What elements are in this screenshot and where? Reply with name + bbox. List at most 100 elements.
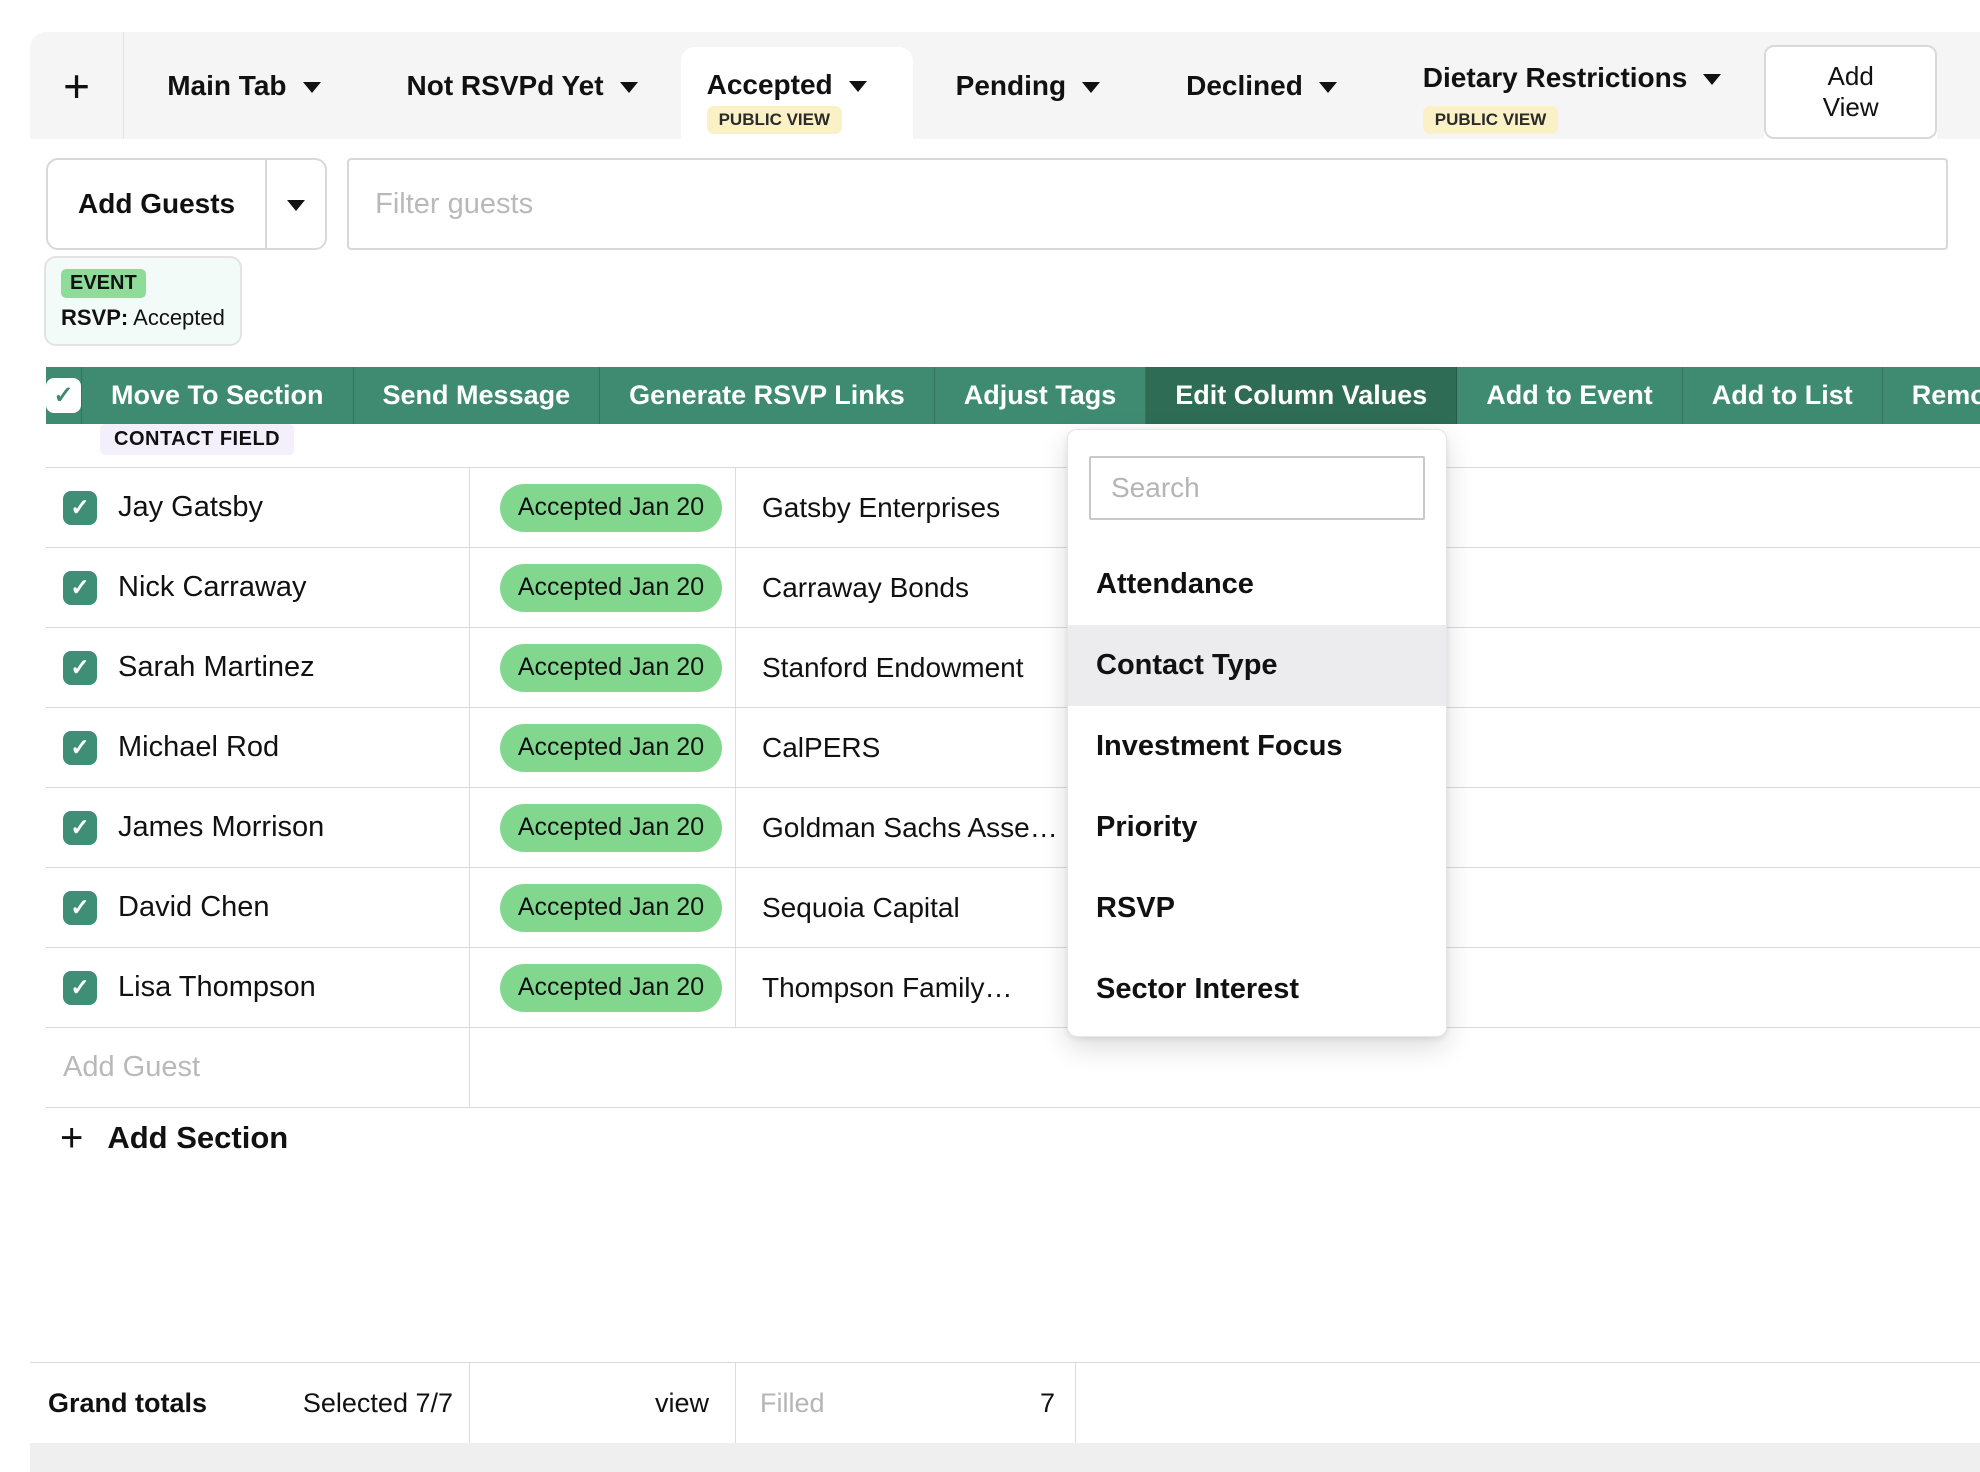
tab-pending[interactable]: Pending — [913, 32, 1143, 139]
guest-table: Jay Gatsby Accepted Jan 20 Gatsby Enterp… — [46, 467, 1980, 1108]
guest-rows: Jay Gatsby Accepted Jan 20 Gatsby Enterp… — [46, 468, 1980, 1028]
add-section-button[interactable]: + Add Section — [60, 1118, 288, 1158]
event-badge: EVENT — [61, 269, 146, 298]
toolbar-remove[interactable]: Remove — [1883, 367, 1980, 424]
guest-row: Lisa Thompson Accepted Jan 20 Thompson F… — [46, 948, 1980, 1028]
guest-rsvp-cell[interactable]: Accepted Jan 20 — [470, 468, 736, 547]
plus-icon: + — [60, 1118, 83, 1158]
guest-rsvp-cell[interactable]: Accepted Jan 20 — [470, 548, 736, 627]
tab-not-rsvpd-yet[interactable]: Not RSVPd Yet — [364, 32, 681, 139]
row-checkbox-checked-icon[interactable] — [63, 811, 97, 845]
guest-row: James Morrison Accepted Jan 20 Goldman S… — [46, 788, 1980, 868]
guest-rsvp-cell[interactable]: Accepted Jan 20 — [470, 948, 736, 1027]
filled-value: 7 — [1040, 1388, 1055, 1419]
add-guests-button[interactable]: Add Guests — [46, 158, 327, 250]
tab-declined[interactable]: Declined — [1143, 32, 1380, 139]
totals-status-cell[interactable]: view — [470, 1363, 736, 1443]
toolbar-generate-rsvp-links[interactable]: Generate RSVP Links — [600, 367, 935, 424]
guest-company-cell[interactable]: CalPERS — [736, 708, 1076, 787]
add-guests-dropdown-toggle[interactable] — [265, 160, 325, 248]
column-option-sector-interest[interactable]: Sector Interest — [1068, 949, 1446, 1030]
toolbar-edit-column-values[interactable]: Edit Column Values — [1146, 367, 1457, 424]
guest-name-cell[interactable]: Michael Rod — [46, 708, 470, 787]
chevron-down-icon — [287, 200, 305, 211]
guest-rsvp-cell[interactable]: Accepted Jan 20 — [470, 868, 736, 947]
chevron-down-icon — [620, 82, 638, 93]
selected-count: Selected 7/7 — [303, 1388, 453, 1419]
guest-name: Lisa Thompson — [118, 971, 316, 1004]
column-option-attendance[interactable]: Attendance — [1068, 544, 1446, 625]
tab-bar: + Main Tab Not RSVPd Yet Accepted PUBLIC… — [30, 32, 1980, 139]
chevron-down-icon — [849, 81, 867, 92]
column-option-contact-type[interactable]: Contact Type — [1068, 625, 1446, 706]
row-checkbox-checked-icon[interactable] — [63, 571, 97, 605]
chevron-down-icon — [1082, 82, 1100, 93]
bottom-strip — [30, 1443, 1980, 1472]
row-checkbox-checked-icon[interactable] — [63, 731, 97, 765]
rsvp-status-pill: Accepted Jan 20 — [500, 564, 722, 612]
column-option-priority[interactable]: Priority — [1068, 787, 1446, 868]
guest-rsvp-cell[interactable]: Accepted Jan 20 — [470, 708, 736, 787]
toolbar-send-message[interactable]: Send Message — [354, 367, 601, 424]
public-view-badge: PUBLIC VIEW — [707, 106, 842, 134]
row-checkbox-checked-icon[interactable] — [63, 651, 97, 685]
guest-name-cell[interactable]: Sarah Martinez — [46, 628, 470, 707]
guest-company-cell[interactable]: Carraway Bonds — [736, 548, 1076, 627]
guest-row: Sarah Martinez Accepted Jan 20 Stanford … — [46, 628, 1980, 708]
toolbar-move-to-section[interactable]: Move To Section — [82, 367, 354, 424]
rsvp-status-pill: Accepted Jan 20 — [500, 724, 722, 772]
tab-label: Not RSVPd Yet — [407, 70, 604, 102]
add-section-label: Add Section — [107, 1120, 288, 1156]
guest-name: Nick Carraway — [118, 571, 307, 604]
column-search-input[interactable] — [1089, 456, 1425, 520]
guest-company-cell[interactable]: Thompson Family… — [736, 948, 1076, 1027]
guest-controls: Add Guests — [46, 158, 1948, 250]
filter-guests-input[interactable] — [347, 158, 1948, 250]
add-view-button[interactable]: Add View — [1764, 45, 1937, 139]
guest-name-cell[interactable]: Jay Gatsby — [46, 468, 470, 547]
row-checkbox-checked-icon[interactable] — [63, 491, 97, 525]
view-label: view — [655, 1388, 709, 1419]
chevron-down-icon — [1703, 74, 1721, 85]
rsvp-status-pill: Accepted Jan 20 — [500, 884, 722, 932]
guest-name-cell[interactable]: David Chen — [46, 868, 470, 947]
guest-company-cell[interactable]: Goldman Sachs Asse… — [736, 788, 1076, 867]
column-option-rsvp[interactable]: RSVP — [1068, 868, 1446, 949]
chevron-down-icon — [1319, 82, 1337, 93]
row-checkbox-checked-icon[interactable] — [63, 891, 97, 925]
filter-chip-field: RSVP: — [61, 305, 128, 330]
rsvp-filter-chip[interactable]: EVENT RSVP: Accepted — [44, 256, 242, 346]
guest-name-cell[interactable]: James Morrison — [46, 788, 470, 867]
totals-company-cell[interactable]: Filled 7 — [736, 1363, 1076, 1443]
guest-rsvp-cell[interactable]: Accepted Jan 20 — [470, 628, 736, 707]
row-checkbox-checked-icon[interactable] — [63, 971, 97, 1005]
tab-dietary-restrictions[interactable]: Dietary Restrictions PUBLIC VIEW — [1380, 32, 1765, 139]
add-guest-row-spacer — [470, 1028, 1980, 1107]
totals-empty-cell — [1076, 1363, 1980, 1443]
guest-rsvp-cell[interactable]: Accepted Jan 20 — [470, 788, 736, 867]
toolbar-adjust-tags[interactable]: Adjust Tags — [935, 367, 1147, 424]
tab-main-tab[interactable]: Main Tab — [124, 32, 363, 139]
public-view-badge: PUBLIC VIEW — [1423, 106, 1558, 134]
add-guest-input[interactable]: Add Guest — [46, 1028, 470, 1107]
guest-name-cell[interactable]: Nick Carraway — [46, 548, 470, 627]
rsvp-status-pill: Accepted Jan 20 — [500, 484, 722, 532]
guest-name-cell[interactable]: Lisa Thompson — [46, 948, 470, 1027]
rsvp-status-pill: Accepted Jan 20 — [500, 644, 722, 692]
tab-accepted[interactable]: Accepted PUBLIC VIEW — [681, 47, 913, 139]
column-option-investment-focus[interactable]: Investment Focus — [1068, 706, 1446, 787]
add-tab-button[interactable]: + — [30, 32, 124, 139]
guest-company-cell[interactable]: Gatsby Enterprises — [736, 468, 1076, 547]
toolbar-add-to-list[interactable]: Add to List — [1683, 367, 1883, 424]
tab-label: Declined — [1186, 70, 1303, 102]
filter-chip-text: RSVP: Accepted — [61, 305, 225, 331]
guest-company-cell[interactable]: Sequoia Capital — [736, 868, 1076, 947]
contact-field-badge: CONTACT FIELD — [100, 424, 294, 455]
column-options-list: AttendanceContact TypeInvestment FocusPr… — [1068, 544, 1446, 1030]
guest-row: Jay Gatsby Accepted Jan 20 Gatsby Enterp… — [46, 468, 1980, 548]
guest-company-cell[interactable]: Stanford Endowment — [736, 628, 1076, 707]
toolbar-add-to-event[interactable]: Add to Event — [1457, 367, 1683, 424]
select-all-checkbox[interactable] — [46, 367, 82, 424]
bulk-action-toolbar: Move To SectionSend MessageGenerate RSVP… — [46, 367, 1980, 424]
guest-name: James Morrison — [118, 811, 324, 844]
